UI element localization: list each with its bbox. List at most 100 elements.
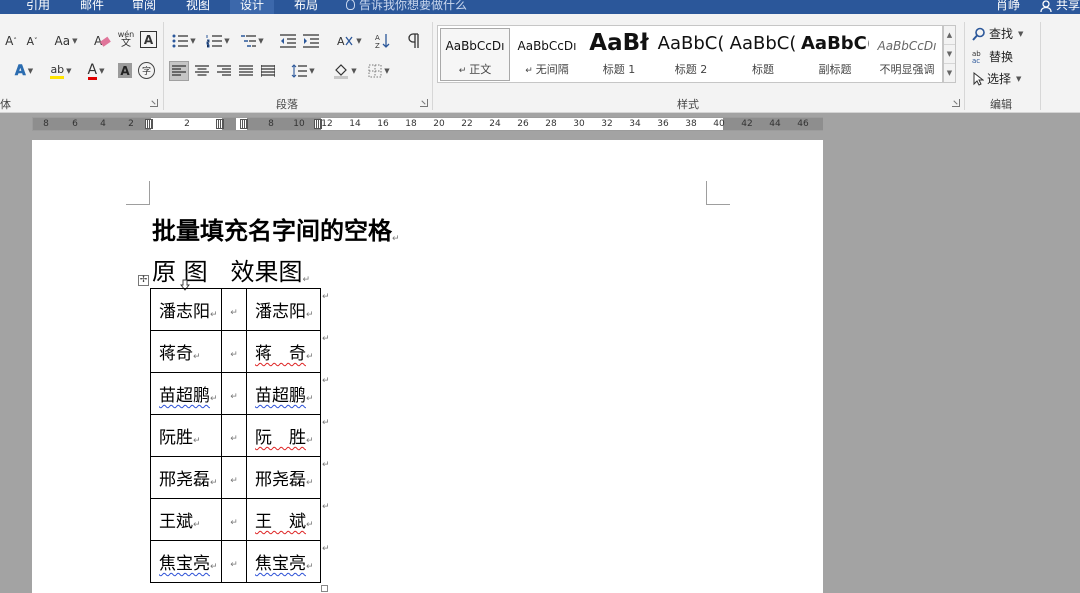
original-name-cell[interactable]: 蒋奇↵: [150, 330, 222, 373]
style-subtitle[interactable]: AaBbC( 副标题: [800, 28, 870, 81]
style-normal[interactable]: AaBbCcDı ↵ 正文: [440, 28, 510, 81]
tab-view[interactable]: 视图: [186, 0, 210, 14]
document-page[interactable]: 批量填充名字间的空格↵ 原 图 效果图↵ ✢ 潘志阳↵ ↵ 潘志阳↵ 蒋奇↵ ↵…: [32, 140, 823, 593]
group-divider: [964, 22, 965, 110]
align-center-button[interactable]: [192, 61, 212, 81]
ruler-column-marker[interactable]: [216, 119, 224, 129]
result-name-cell[interactable]: 阮 胜↵: [246, 414, 321, 457]
sort-button[interactable]: AZ: [372, 31, 394, 51]
clear-format-button[interactable]: A: [92, 31, 112, 51]
table-resize-handle[interactable]: [321, 585, 328, 592]
ribbon-panel: A ˄ A ˅ Aa ▼ A wén 文 A A ▼ ab ▼ A ▼ A 字 体 ▼ ▼ ▼…: [0, 14, 1080, 113]
result-name-cell[interactable]: 焦宝亮↵: [246, 540, 321, 583]
document-title[interactable]: 批量填充名字间的空格↵: [152, 211, 400, 246]
tab-design[interactable]: 设计: [230, 0, 275, 14]
styles-gallery: AaBbCcDı ↵ 正文 AaBbCcDı ↵ 无间隔 AaBł 标题 1 A…: [437, 25, 943, 83]
show-marks-button[interactable]: [404, 31, 424, 51]
result-name-cell[interactable]: 邢尧磊↵: [246, 456, 321, 499]
share-button[interactable]: 共享: [1056, 0, 1080, 14]
scroll-down-icon[interactable]: ▼: [944, 45, 955, 64]
tab-references[interactable]: 引用: [26, 0, 50, 14]
shrink-font-glyph: A: [26, 34, 35, 48]
shrink-font-button[interactable]: A ˅: [24, 31, 40, 51]
borders-button[interactable]: ▼: [364, 61, 394, 81]
spacer-cell[interactable]: ↵: [221, 414, 247, 457]
select-button[interactable]: 选择 ▼: [972, 70, 1021, 87]
expand-gallery-icon[interactable]: ▼: [944, 64, 955, 83]
result-name-cell[interactable]: 蒋 奇↵: [246, 330, 321, 373]
table-row: 苗超鹏↵ ↵ 苗超鹏↵: [150, 372, 321, 415]
enclose-char-button[interactable]: 字: [138, 62, 155, 79]
shading-button[interactable]: ▼: [330, 61, 360, 81]
tab-review[interactable]: 审阅: [132, 0, 156, 14]
grow-font-button[interactable]: A ˄: [2, 31, 20, 51]
ruler-column-marker[interactable]: [240, 119, 248, 129]
tell-me-search[interactable]: 告诉我你想要做什么: [346, 0, 467, 14]
borders-icon: [368, 64, 382, 78]
horizontal-ruler[interactable]: 8 6 4 2 2 8 10 12 14 16 18 20 22 24 26 2…: [32, 117, 823, 131]
original-name-cell[interactable]: 邢尧磊↵: [150, 456, 222, 499]
scroll-up-icon[interactable]: ▲: [944, 26, 955, 45]
ruler-number: 4: [100, 119, 106, 129]
table-move-handle[interactable]: ✢: [138, 275, 149, 286]
result-name-cell[interactable]: 潘志阳↵: [246, 288, 321, 331]
style-name: 标题: [752, 63, 774, 76]
paragraph-dialog-launcher[interactable]: [420, 99, 428, 107]
result-name-cell[interactable]: 苗超鹏↵: [246, 372, 321, 415]
numbering-button[interactable]: ▼: [203, 31, 233, 51]
result-name-cell[interactable]: 王 斌↵: [246, 498, 321, 541]
replace-button[interactable]: ab ac 替换: [972, 48, 1013, 65]
change-case-button[interactable]: Aa ▼: [50, 31, 82, 51]
spacer-cell[interactable]: ↵: [221, 372, 247, 415]
font-color-button[interactable]: A ▼: [82, 61, 110, 81]
original-name-cell[interactable]: 王斌↵: [150, 498, 222, 541]
styles-gallery-scroller[interactable]: ▲ ▼ ▼: [943, 25, 956, 83]
result-name: 阮 胜: [255, 428, 306, 448]
ruler-number: 2: [128, 119, 134, 129]
highlight-button[interactable]: ab ▼: [46, 61, 76, 81]
user-name[interactable]: 肖峥: [996, 0, 1020, 14]
tab-mailings[interactable]: 邮件: [80, 0, 104, 14]
paragraph-group-label: 段落: [276, 98, 298, 111]
tab-layout[interactable]: 布局: [294, 0, 318, 14]
find-button[interactable]: 查找 ▼: [972, 25, 1023, 42]
names-table[interactable]: 潘志阳↵ ↵ 潘志阳↵ 蒋奇↵ ↵ 蒋 奇↵ 苗超鹏↵ ↵ 苗超鹏↵ 阮胜↵ ↵…: [150, 288, 321, 583]
style-no-spacing[interactable]: AaBbCcDı ↵ 无间隔: [512, 28, 582, 81]
ruler-column-marker[interactable]: [145, 119, 153, 129]
bullets-button[interactable]: ▼: [170, 31, 198, 51]
distribute-button[interactable]: [258, 61, 278, 81]
spacer-cell[interactable]: ↵: [221, 498, 247, 541]
line-spacing-button[interactable]: ▼: [288, 61, 318, 81]
asian-layout-button[interactable]: A ▼: [334, 31, 364, 51]
styles-dialog-launcher[interactable]: [952, 99, 960, 107]
char-border-button[interactable]: A: [140, 31, 157, 48]
style-heading-1[interactable]: AaBł 标题 1: [584, 28, 654, 81]
justify-button[interactable]: [236, 61, 256, 81]
original-name-cell[interactable]: 苗超鹏↵: [150, 372, 222, 415]
original-name-cell[interactable]: 潘志阳↵: [150, 288, 222, 331]
spacer-cell[interactable]: ↵: [221, 456, 247, 499]
spacer-cell[interactable]: ↵: [221, 288, 247, 331]
original-name-cell[interactable]: 阮胜↵: [150, 414, 222, 457]
style-title[interactable]: AaBbC( 标题: [728, 28, 798, 81]
style-preview: AaBbCcDı: [517, 39, 577, 53]
char-shading-button[interactable]: A: [118, 63, 132, 78]
spacer-cell[interactable]: ↵: [221, 540, 247, 583]
style-subtle-emphasis[interactable]: AaBbCcDı 不明显强调: [872, 28, 942, 81]
original-name: 邢尧磊: [159, 470, 210, 490]
phonetic-bottom: 文: [121, 38, 131, 49]
original-name-cell[interactable]: 焦宝亮↵: [150, 540, 222, 583]
spacer-cell[interactable]: ↵: [221, 330, 247, 373]
styles-group-label: 样式: [677, 98, 699, 111]
text-effects-button[interactable]: A ▼: [6, 61, 42, 81]
align-right-button[interactable]: [214, 61, 234, 81]
decrease-indent-button[interactable]: [278, 31, 298, 51]
align-left-button[interactable]: [169, 61, 189, 81]
ruler-number: 20: [433, 119, 445, 129]
font-dialog-launcher[interactable]: [150, 99, 158, 107]
multilevel-list-button[interactable]: ▼: [237, 31, 267, 51]
increase-indent-button[interactable]: [301, 31, 321, 51]
phonetic-guide-button[interactable]: wén 文: [116, 29, 136, 49]
style-heading-2[interactable]: AaBbC( 标题 2: [656, 28, 726, 81]
document-subtitle[interactable]: 原 图 效果图↵: [152, 252, 310, 287]
